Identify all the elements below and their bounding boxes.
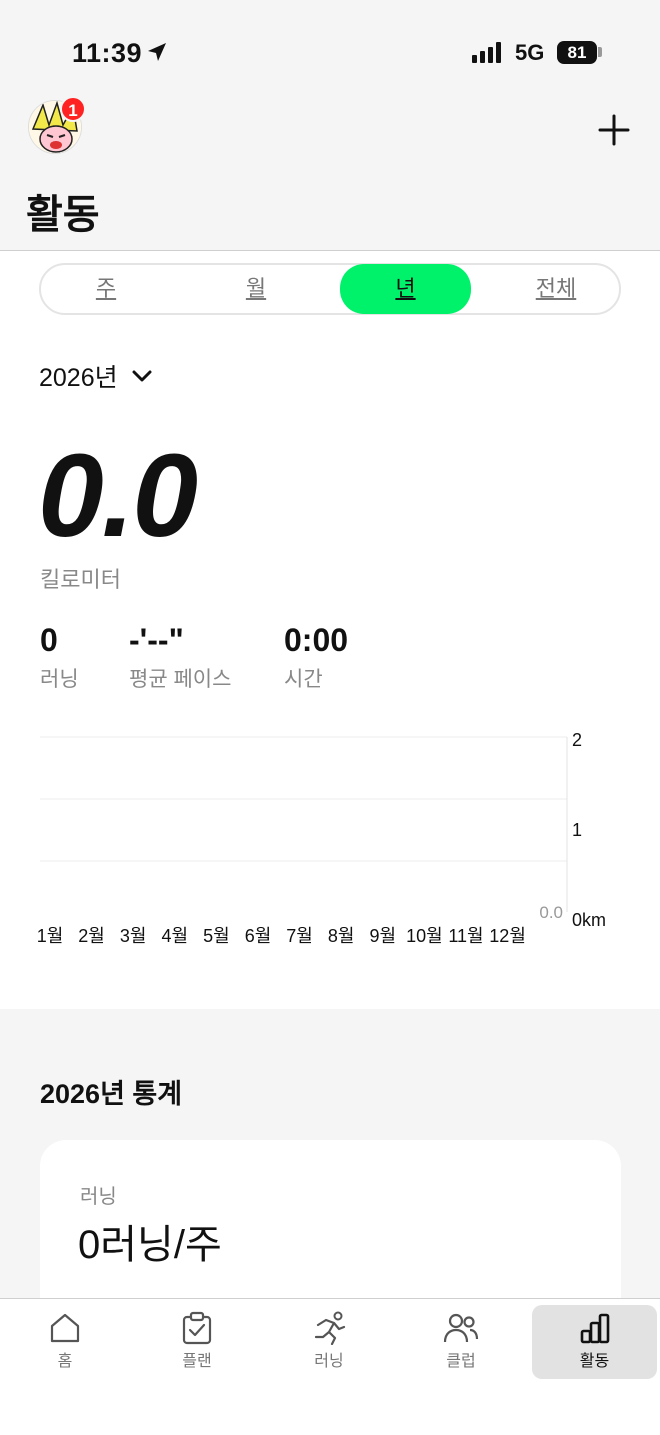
notification-badge: 1 xyxy=(60,96,86,122)
status-bar: 11:39 5G 81 xyxy=(0,0,660,100)
chart-value-label: 0.0 xyxy=(539,903,563,922)
battery-tip xyxy=(598,47,602,57)
card-label: 러닝 xyxy=(80,1186,117,1208)
nav-club[interactable]: 클럽 xyxy=(399,1305,523,1377)
pace-stat: -'--" 평균 페이스 xyxy=(129,622,231,693)
year-selector-value: 2026년 xyxy=(39,364,118,392)
chart-x-tick-label: 5월 xyxy=(203,926,230,946)
chart-x-tick-label: 6월 xyxy=(245,926,272,946)
clipboard-check-icon xyxy=(182,1311,212,1345)
runs-label: 러닝 xyxy=(40,668,79,691)
card-value: 0러닝/주 xyxy=(78,1223,222,1267)
tab-year[interactable]: 년 xyxy=(340,264,471,314)
pace-value: -'--" xyxy=(129,622,184,658)
chart-x-tick-label: 8월 xyxy=(328,926,355,946)
year-selector[interactable]: 2026년 xyxy=(39,358,152,394)
page-title: 활동 xyxy=(26,193,100,237)
people-icon xyxy=(443,1313,479,1343)
period-segmented-control: 주 월 년 전체 xyxy=(39,263,621,315)
chart-x-tick-label: 4월 xyxy=(162,926,189,946)
stats-title: 2026년 통계 xyxy=(40,1079,183,1109)
bar-chart-icon xyxy=(580,1313,609,1344)
nav-plan[interactable]: 플랜 xyxy=(135,1305,259,1377)
nav-home[interactable]: 홈 xyxy=(3,1305,127,1377)
nav-activity[interactable]: 활동 xyxy=(532,1305,657,1379)
chart-x-tick-label: 9월 xyxy=(370,926,397,946)
pace-label: 평균 페이스 xyxy=(129,668,232,691)
chart-x-tick-label: 1월 xyxy=(37,926,64,946)
distance-unit: 킬로미터 xyxy=(40,567,121,592)
status-time: 11:39 xyxy=(72,38,143,68)
chart-x-tick-label: 2월 xyxy=(78,926,105,946)
nav-run-label: 러닝 xyxy=(314,1353,344,1370)
location-arrow-icon xyxy=(148,43,166,61)
chart-y-tick-label: 0km xyxy=(572,910,606,930)
nav-activity-label: 활동 xyxy=(579,1353,610,1370)
chart-x-tick-label: 7월 xyxy=(286,926,313,946)
chart-x-tick-label: 3월 xyxy=(120,926,147,946)
network-type: 5G xyxy=(515,40,545,65)
time-stat: 0:00 시간 xyxy=(284,622,348,693)
chart-x-tick-label: 12월 xyxy=(489,926,526,946)
nav-run[interactable]: 러닝 xyxy=(267,1305,391,1377)
runs-value: 0 xyxy=(40,622,58,658)
time-label: 시간 xyxy=(284,668,323,691)
chevron-down-icon xyxy=(132,370,152,382)
add-icon[interactable] xyxy=(596,112,632,148)
tab-week[interactable]: 주 xyxy=(41,265,171,313)
runner-icon xyxy=(314,1311,346,1345)
time-value: 0:00 xyxy=(284,622,349,658)
tab-month[interactable]: 월 xyxy=(191,265,321,313)
nav-home-label: 홈 xyxy=(57,1353,73,1370)
runs-stat: 0 러닝 xyxy=(40,622,79,693)
nav-club-label: 클럽 xyxy=(446,1353,476,1370)
total-distance: 0.0 xyxy=(38,430,198,562)
bottom-navigation: 홈 플랜 러닝 클럽 활동 xyxy=(0,1298,660,1435)
chart-y-tick-label: 1 xyxy=(572,820,582,840)
tab-all[interactable]: 전체 xyxy=(491,265,621,313)
battery-icon: 81 xyxy=(557,41,597,64)
signal-icon xyxy=(472,41,501,63)
home-icon xyxy=(50,1313,80,1343)
monthly-distance-chart: 0km 1 2 0.0 1월 2월 3월 4월 5월 6월 7월 8월 9월 10월 11월 12월 xyxy=(37,730,606,946)
chart-x-tick-label: 11월 xyxy=(448,926,483,946)
nav-plan-label: 플랜 xyxy=(182,1353,212,1370)
chart-x-tick-label: 10월 xyxy=(406,926,443,946)
chart-y-tick-label: 2 xyxy=(572,730,582,750)
